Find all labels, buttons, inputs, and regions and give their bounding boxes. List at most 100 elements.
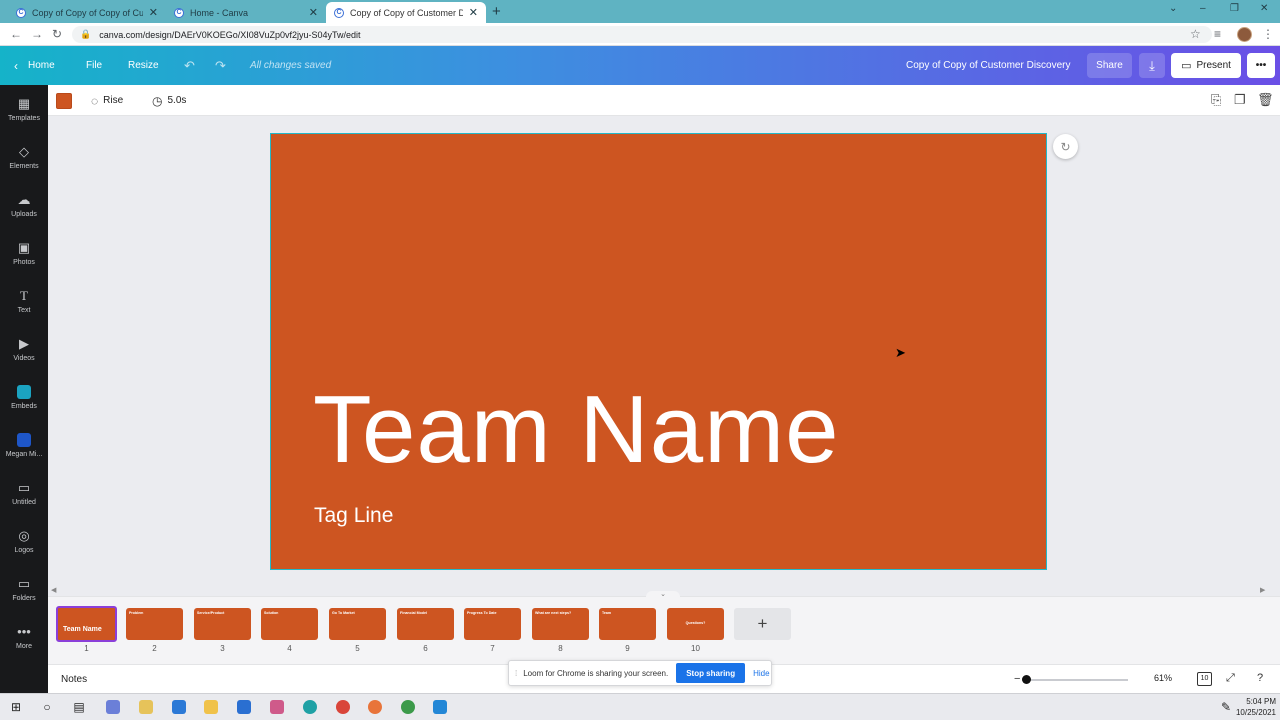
- animation-label: Rise: [103, 95, 124, 106]
- thumbnail-title: Team Name: [63, 626, 102, 633]
- recorder-app-icon[interactable]: [365, 697, 385, 717]
- fullscreen-icon[interactable]: ⤢: [1226, 672, 1235, 685]
- tab-search-icon[interactable]: ⌄: [1169, 3, 1177, 14]
- forward-icon[interactable]: →: [31, 27, 43, 41]
- thumbnail-title: Questions?: [685, 621, 706, 625]
- share-button[interactable]: Share: [1087, 53, 1132, 78]
- restore-icon[interactable]: ❐: [1230, 3, 1239, 14]
- delete-page-icon[interactable]: 🗑: [1257, 92, 1274, 108]
- home-button[interactable]: ‹ Home: [14, 46, 55, 85]
- sidebar-item-app[interactable]: Megan Mi...: [0, 421, 48, 469]
- teams-app-icon[interactable]: [267, 697, 287, 717]
- page-thumbnail[interactable]: Problem: [126, 608, 183, 640]
- paint-app-icon[interactable]: [136, 697, 156, 717]
- system-clock[interactable]: 5:04 PM 10/25/2021: [1236, 696, 1276, 718]
- resize-button[interactable]: Resize: [128, 46, 159, 85]
- browser-tab-active[interactable]: C Copy of Copy of Customer Disco ✕: [326, 2, 486, 23]
- browser-tab[interactable]: C Home - Canva ✕: [166, 2, 326, 23]
- page-thumbnail[interactable]: Financial Model: [397, 608, 454, 640]
- page-thumbnail[interactable]: Progress To Date: [464, 608, 521, 640]
- chrome-menu-icon[interactable]: ⋮: [1262, 27, 1274, 41]
- reload-icon[interactable]: ↻: [52, 27, 62, 41]
- present-button[interactable]: ▭ Present: [1171, 53, 1241, 78]
- page-thumbnail[interactable]: Questions?: [667, 608, 724, 640]
- add-page-button[interactable]: +: [734, 608, 791, 640]
- mail-app-icon[interactable]: [234, 697, 254, 717]
- close-window-icon[interactable]: ✕: [1260, 3, 1268, 14]
- more-options-button[interactable]: •••: [1247, 53, 1275, 78]
- sidebar-item-more[interactable]: ••• More: [0, 613, 48, 661]
- profile-avatar[interactable]: [1237, 27, 1252, 42]
- store-app-icon[interactable]: [169, 697, 189, 717]
- page-thumbnail[interactable]: Go To Market: [329, 608, 386, 640]
- scroll-left-icon[interactable]: ◀: [51, 586, 56, 594]
- bookmark-star-icon[interactable]: ☆: [1190, 27, 1201, 41]
- page-grid-count[interactable]: 10: [1197, 672, 1212, 686]
- task-view-icon[interactable]: ▤: [69, 697, 89, 717]
- sidebar-item-logos[interactable]: ◎ Logos: [0, 517, 48, 565]
- chrome-profile-icon[interactable]: [398, 697, 418, 717]
- slide-title[interactable]: Team Name: [313, 382, 840, 478]
- close-tab-icon[interactable]: ✕: [149, 6, 158, 19]
- close-tab-icon[interactable]: ✕: [469, 6, 478, 19]
- sidebar-item-elements[interactable]: ◇ Elements: [0, 133, 48, 181]
- zoom-percentage[interactable]: 61%: [1154, 673, 1172, 683]
- present-icon: ▭: [1181, 60, 1192, 72]
- page-number: 7: [490, 644, 495, 653]
- page-thumbnail[interactable]: What are next steps?: [532, 608, 589, 640]
- settings-app-icon[interactable]: [103, 697, 123, 717]
- notes-button[interactable]: Notes: [61, 665, 87, 694]
- hide-banner-button[interactable]: Hide: [753, 669, 769, 678]
- background-color-swatch[interactable]: [56, 93, 72, 109]
- sidebar-item-uploads[interactable]: ☁ Uploads: [0, 181, 48, 229]
- media-icon[interactable]: ≡: [1214, 27, 1221, 41]
- chrome-browser-icon[interactable]: [333, 697, 353, 717]
- folder-icon: ▭: [17, 575, 31, 591]
- redo-icon[interactable]: ↷: [215, 46, 226, 85]
- new-tab-icon[interactable]: +: [492, 3, 501, 20]
- drag-handle-icon[interactable]: ⁞: [515, 669, 517, 678]
- file-explorer-icon[interactable]: [201, 697, 221, 717]
- thumbnail-title: Solution: [264, 611, 279, 615]
- sidebar-item-templates[interactable]: ▦ Templates: [0, 85, 48, 133]
- sidebar-item-photos[interactable]: ▣ Photos: [0, 229, 48, 277]
- minimize-icon[interactable]: –: [1200, 3, 1206, 14]
- sidebar-item-embeds[interactable]: Embeds: [0, 373, 48, 421]
- add-page-icon[interactable]: ⎘: [1211, 92, 1221, 108]
- windows-start-icon[interactable]: ⊞: [6, 697, 26, 717]
- canva-favicon-icon: C: [334, 7, 344, 18]
- regenerate-icon[interactable]: ↻: [1053, 134, 1078, 159]
- zoom-slider-handle[interactable]: [1022, 675, 1031, 684]
- zoom-slider[interactable]: [1022, 679, 1128, 681]
- slide-canvas[interactable]: Team Name Tag Line: [270, 133, 1047, 570]
- pen-tray-icon[interactable]: ✎: [1216, 697, 1236, 717]
- close-tab-icon[interactable]: ✕: [309, 6, 318, 19]
- zoom-out-icon[interactable]: −: [1014, 673, 1020, 685]
- sidebar-item-untitled[interactable]: ▭ Untitled: [0, 469, 48, 517]
- page-thumbnail[interactable]: Team Name: [56, 606, 117, 642]
- url-field[interactable]: 🔒 canva.com/design/DAErV0KOEGo/XI08VuZp0…: [72, 26, 1212, 43]
- duplicate-page-icon[interactable]: ❐: [1234, 92, 1246, 108]
- collapse-strip-icon[interactable]: ⌄: [646, 591, 680, 599]
- page-thumbnail[interactable]: Service/Product: [194, 608, 251, 640]
- search-icon[interactable]: ○: [37, 697, 57, 717]
- browser-tab[interactable]: C Copy of Copy of Copy of Custom ✕: [8, 2, 166, 23]
- sidebar-item-videos[interactable]: ▶ Videos: [0, 325, 48, 373]
- slide-tagline[interactable]: Tag Line: [314, 504, 393, 528]
- edge-browser-icon[interactable]: [300, 697, 320, 717]
- page-thumbnail[interactable]: Solution: [261, 608, 318, 640]
- photos-app-icon[interactable]: [430, 697, 450, 717]
- scroll-right-icon[interactable]: ▶: [1260, 586, 1265, 594]
- help-icon[interactable]: ?: [1257, 672, 1263, 684]
- page-thumbnail[interactable]: Team: [599, 608, 656, 640]
- stop-sharing-button[interactable]: Stop sharing: [676, 663, 746, 683]
- file-menu-button[interactable]: File: [86, 46, 102, 85]
- undo-icon[interactable]: ↶: [184, 46, 195, 85]
- timing-button[interactable]: ◷ 5.0s: [152, 85, 186, 116]
- download-icon[interactable]: ⤓: [1139, 53, 1165, 78]
- animation-button[interactable]: ◌ Rise: [91, 85, 123, 116]
- design-title[interactable]: Copy of Copy of Customer Discovery: [906, 46, 1071, 85]
- back-icon[interactable]: ←: [10, 27, 22, 41]
- sidebar-item-text[interactable]: T Text: [0, 277, 48, 325]
- sidebar-item-folders[interactable]: ▭ Folders: [0, 565, 48, 613]
